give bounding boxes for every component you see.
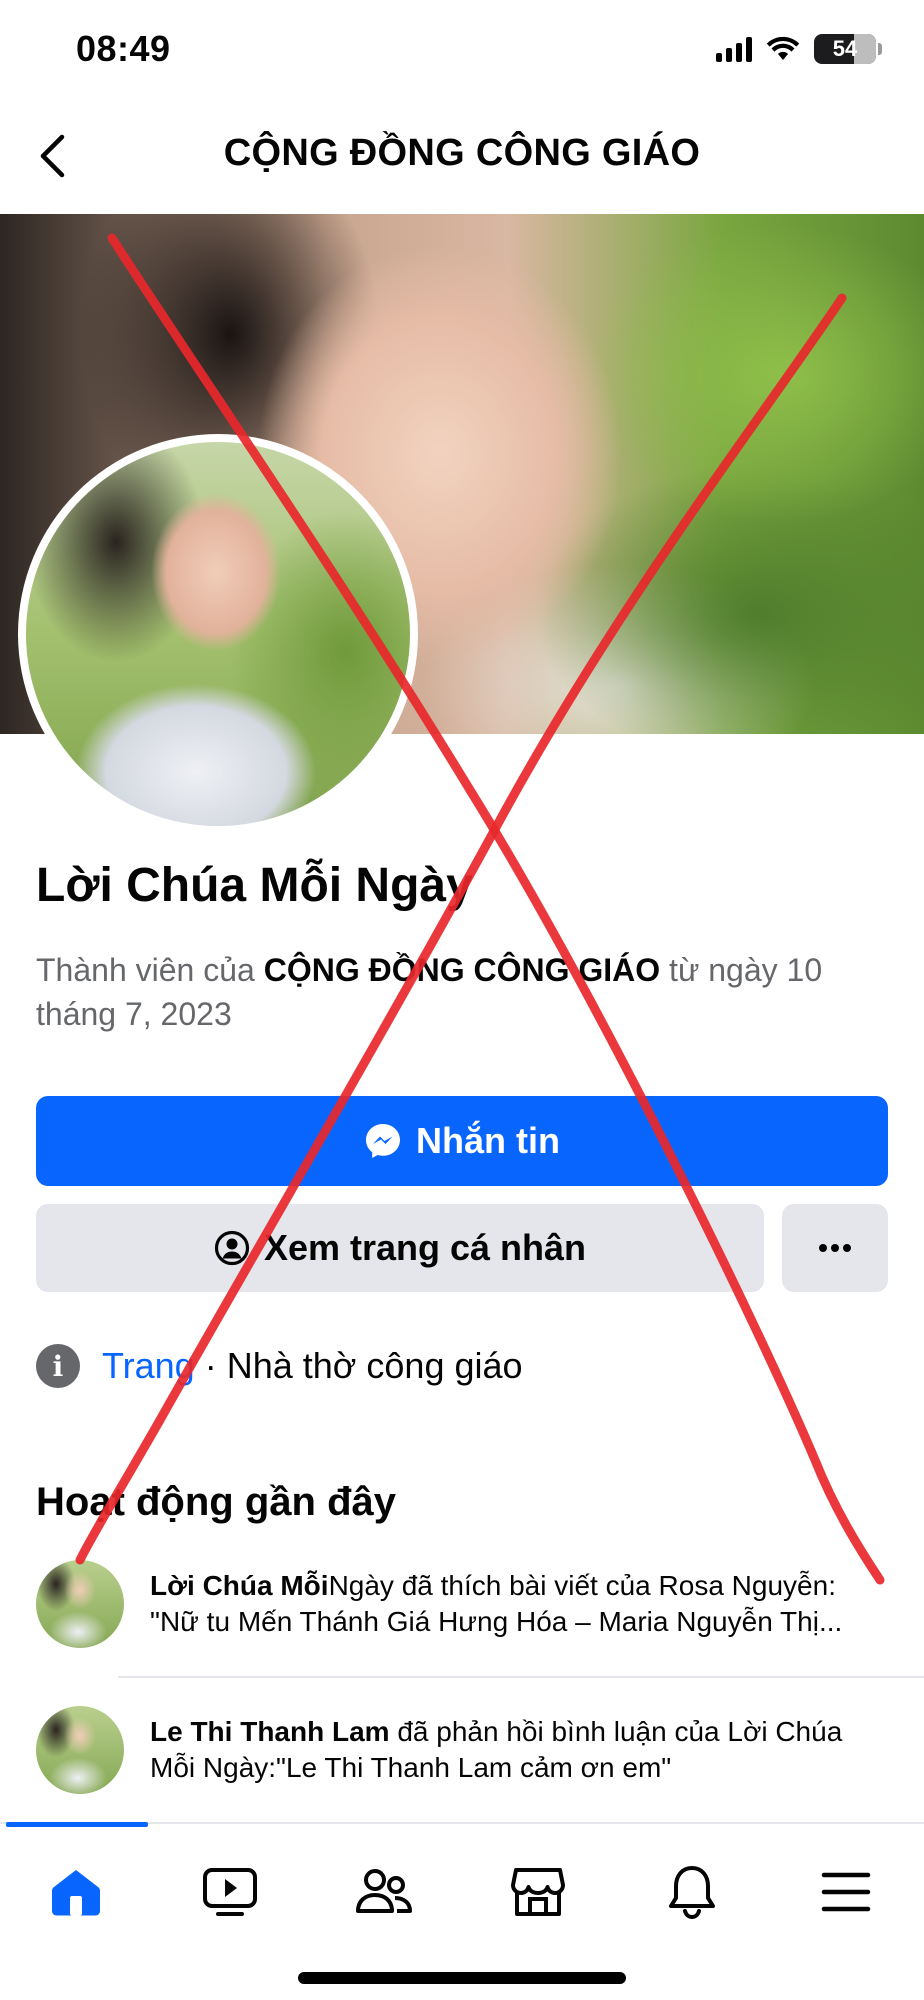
video-icon [203,1868,257,1916]
battery-icon: 54 [814,34,882,64]
activity-line2: Mỗi Ngày:"Le Thi Thanh Lam cảm ơn em" [150,1752,672,1783]
battery-level: 54 [832,36,858,61]
tab-marketplace[interactable] [504,1858,572,1926]
status-icons: 54 [716,34,882,64]
profile-avatar[interactable] [18,434,418,834]
activity-line1: đã phản hồi bình luận của Lời Chúa [389,1716,843,1747]
activity-divider [118,1676,924,1678]
page-info-row: i Trang · Nhà thờ công giáo [36,1344,523,1388]
activity-avatar[interactable] [36,1560,124,1648]
page-info-text: Trang · Nhà thờ công giáo [102,1345,523,1387]
message-button[interactable]: Nhắn tin [36,1096,888,1186]
activity-line2: "Nữ tu Mến Thánh Giá Hưng Hóa – Maria Ng… [150,1606,843,1637]
more-options-button[interactable] [782,1204,888,1292]
cellular-signal-icon [716,36,752,62]
member-group-name[interactable]: CỘNG ĐỒNG CÔNG GIÁO [264,952,660,988]
page-title: CỘNG ĐỒNG CÔNG GIÁO [223,132,701,174]
view-profile-label: Xem trang cá nhân [263,1227,587,1268]
tab-notifications[interactable] [658,1858,726,1926]
member-since-text: Thành viên của CỘNG ĐỒNG CÔNG GIÁO từ ng… [36,948,886,1036]
user-circle-icon [214,1230,250,1266]
activity-text: Lời Chúa MỗiNgày đã thích bài viết của R… [150,1560,896,1648]
page-category: Nhà thờ công giáo [226,1345,523,1386]
recent-activity-title: Hoạt động gần đây [36,1480,396,1524]
wifi-icon [766,36,800,60]
home-indicator [298,1972,626,1984]
activity-item[interactable]: Lời Chúa MỗiNgày đã thích bài viết của R… [36,1560,896,1648]
message-button-label: Nhắn tin [416,1120,560,1161]
status-time: 08:49 [76,28,171,69]
page-type-link[interactable]: Trang [102,1345,195,1386]
more-dots-icon [819,1244,851,1252]
activity-line1: Ngày đã thích bài viết của Rosa Nguyễn: [328,1570,836,1601]
bottom-tab-bar [0,1822,924,2000]
menu-icon [821,1872,871,1912]
tab-menu[interactable] [812,1858,880,1926]
bell-icon [669,1866,715,1920]
friends-icon [356,1869,412,1913]
nav-header: CỘNG ĐỒNG CÔNG GIÁO [0,116,924,196]
tab-friends[interactable] [350,1858,418,1926]
active-tab-indicator [6,1822,148,1827]
tab-video[interactable] [196,1858,264,1926]
status-bar: 08:49 54 [0,0,924,100]
info-separator: · [194,1345,227,1386]
view-profile-button[interactable]: Xem trang cá nhân [36,1204,764,1292]
marketplace-icon [511,1868,565,1916]
activity-text: Le Thi Thanh Lam đã phản hồi bình luận c… [150,1706,896,1794]
activity-item[interactable]: Le Thi Thanh Lam đã phản hồi bình luận c… [36,1706,896,1794]
info-icon: i [36,1344,80,1388]
home-icon [52,1870,100,1916]
profile-name: Lời Chúa Mỗi Ngày [36,859,473,912]
activity-actor[interactable]: Le Thi Thanh Lam [150,1716,390,1747]
activity-actor[interactable]: Lời Chúa Mỗi [150,1570,329,1601]
activity-avatar[interactable] [36,1706,124,1794]
member-prefix: Thành viên của [36,952,264,988]
messenger-icon [366,1124,400,1158]
tab-home[interactable] [42,1858,110,1926]
